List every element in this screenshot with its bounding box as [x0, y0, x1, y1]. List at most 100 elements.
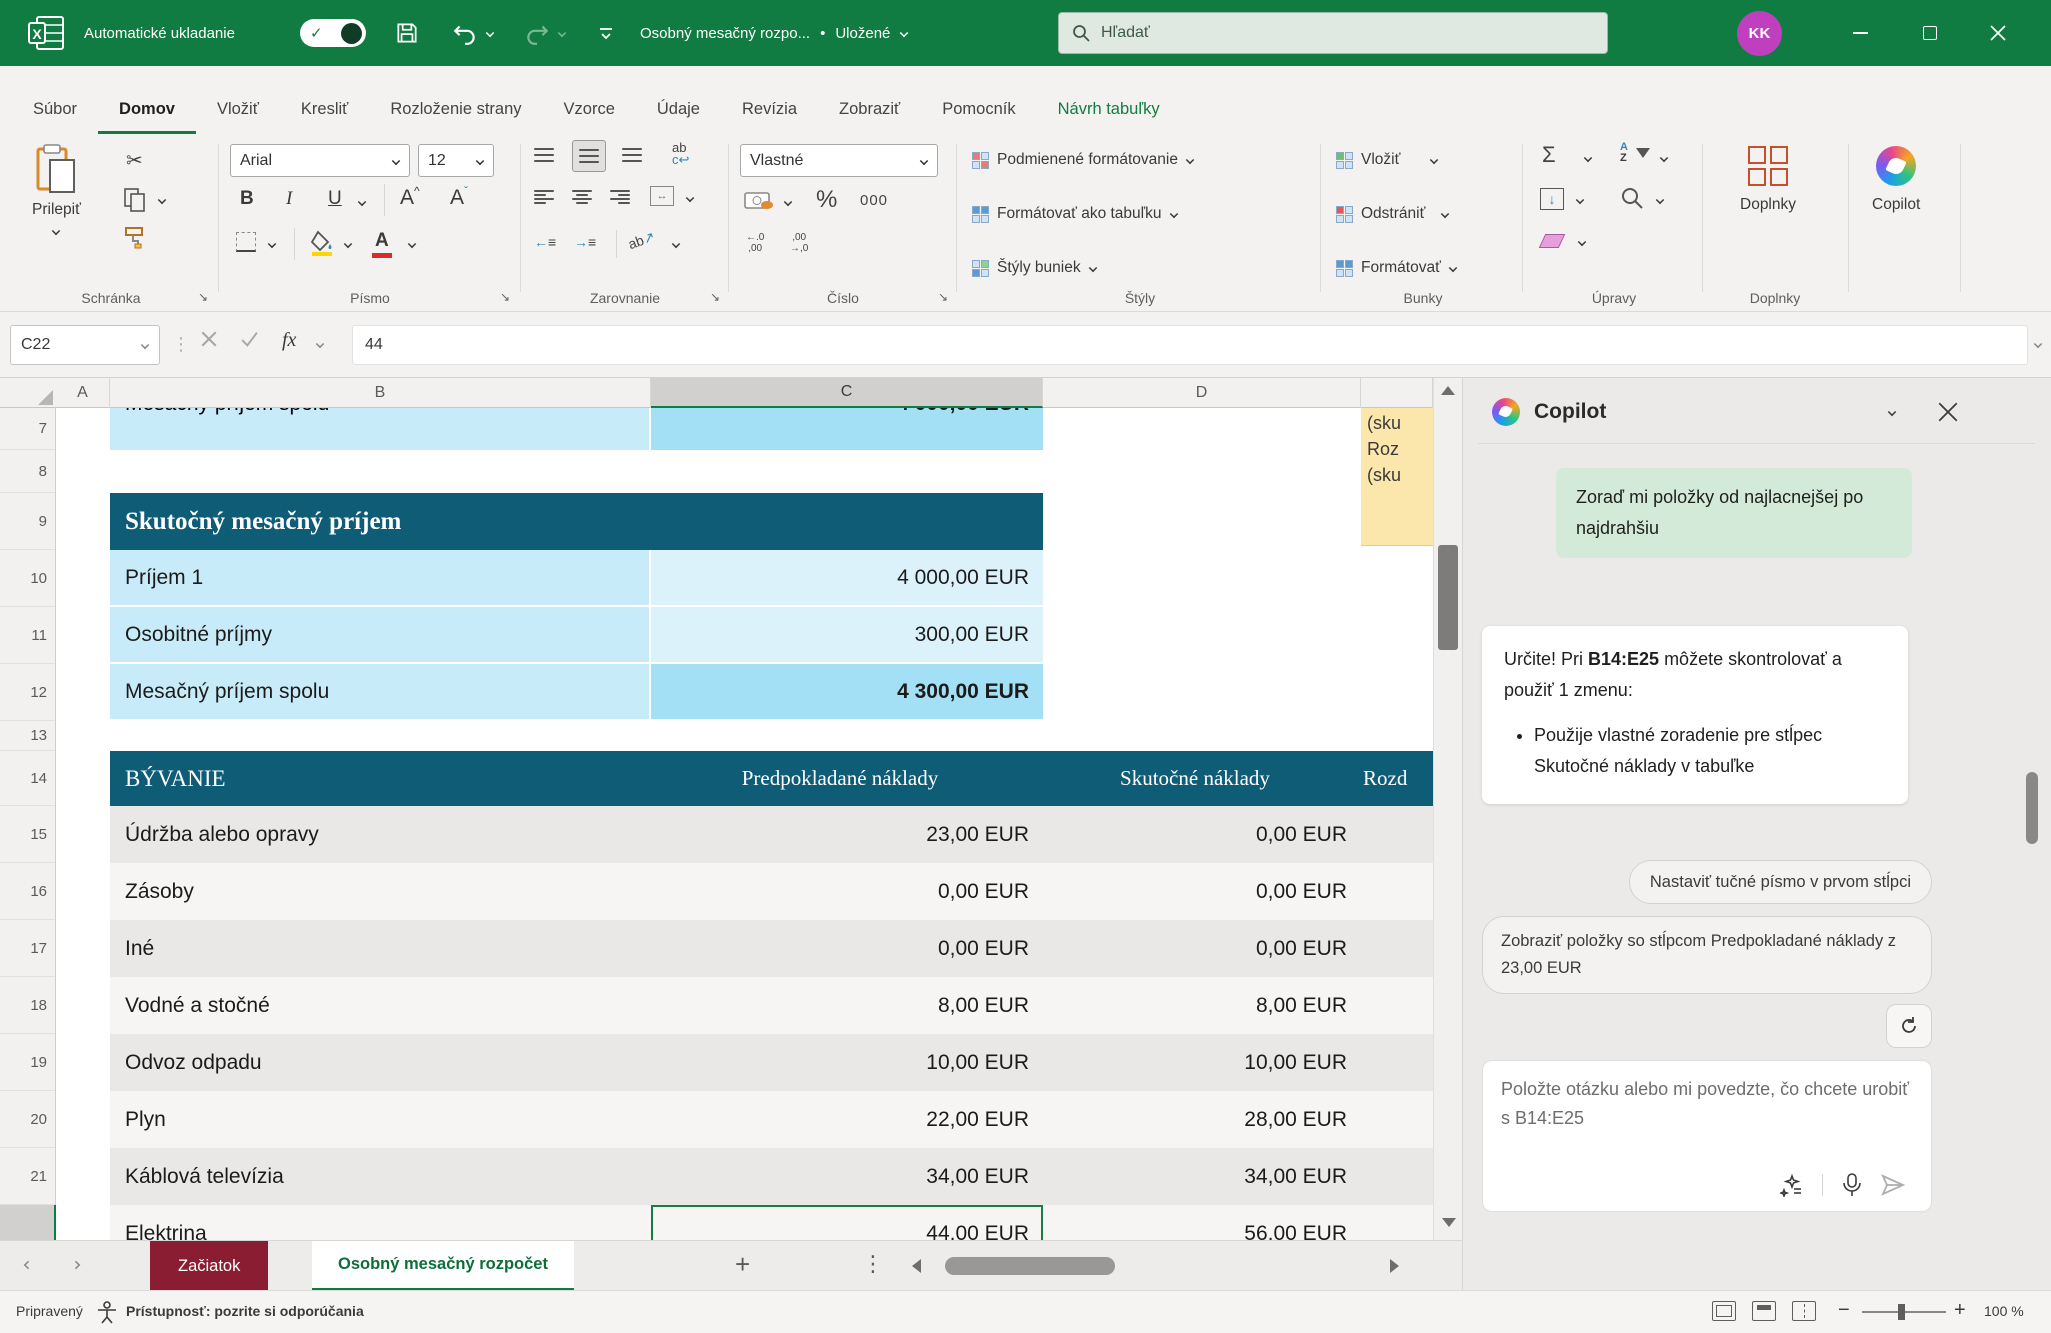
row-header[interactable]: 12 — [0, 664, 55, 721]
income-label-cell[interactable]: Príjem 1 — [110, 550, 649, 605]
housing-estimated-cell[interactable]: 23,00 EUR — [651, 806, 1029, 863]
scroll-down-icon[interactable] — [1442, 1218, 1456, 1227]
fill-chevron-icon[interactable] — [1576, 196, 1584, 204]
scroll-up-icon[interactable] — [1441, 386, 1455, 395]
font-size-select[interactable]: 12 — [418, 144, 494, 177]
copilot-close-button[interactable] — [1938, 402, 1958, 427]
copy-button[interactable] — [124, 188, 146, 217]
ribbon-tab[interactable]: Zobraziť — [818, 88, 921, 134]
housing-label-cell[interactable]: Vodné a stočné — [125, 977, 270, 1034]
underline-chevron-icon[interactable] — [358, 198, 366, 206]
formula-input[interactable]: 44 — [352, 325, 2028, 365]
paste-button[interactable]: Prilepiť — [32, 144, 81, 240]
minimize-button[interactable] — [1830, 0, 1890, 66]
avatar[interactable]: KK — [1737, 11, 1782, 56]
row-header[interactable]: 20 — [0, 1091, 55, 1148]
housing-actual-cell[interactable]: 8,00 EUR — [1045, 977, 1347, 1034]
find-chevron-icon[interactable] — [1656, 196, 1664, 204]
decrease-decimal-button[interactable]: ,00 →,0 — [790, 232, 808, 254]
align-middle-button[interactable] — [572, 140, 606, 172]
ribbon-tab[interactable]: Súbor — [12, 88, 98, 134]
zoom-level[interactable]: 100 % — [1984, 1303, 2024, 1319]
row-header[interactable]: 14 — [0, 751, 55, 806]
alignment-dialog-launcher-icon[interactable]: ↘ — [710, 290, 720, 304]
insert-function-button[interactable]: fx — [282, 329, 296, 352]
income-label-cell[interactable]: Osobitné príjmy — [110, 607, 649, 662]
font-color-button[interactable]: A — [372, 230, 392, 258]
orientation-button[interactable]: ab↗ — [626, 228, 657, 253]
format-cells-button[interactable]: Formátovať — [1336, 250, 1457, 286]
clipboard-dialog-launcher-icon[interactable]: ↘ — [198, 290, 208, 304]
autosum-button[interactable]: Σ — [1542, 142, 1556, 168]
ribbon-tab[interactable]: Údaje — [636, 88, 721, 134]
housing-row[interactable]: Zásoby 0,00 EUR 0,00 EUR — [110, 863, 1433, 920]
align-right-button[interactable] — [610, 190, 630, 204]
autosum-chevron-icon[interactable] — [1584, 154, 1592, 162]
housing-row[interactable]: Plyn 22,00 EUR 28,00 EUR — [110, 1091, 1433, 1148]
page-layout-view-icon[interactable] — [1752, 1301, 1776, 1321]
ribbon-tab[interactable]: Vzorce — [543, 88, 636, 134]
font-name-select[interactable]: Arial — [230, 144, 410, 177]
ribbon-tab[interactable]: Vložiť — [196, 88, 280, 134]
fx-chevron-icon[interactable] — [316, 340, 324, 348]
merge-center-button[interactable]: ↔ — [650, 186, 674, 206]
cell-styles-button[interactable]: Štýly buniek — [972, 250, 1097, 286]
italic-button[interactable]: I — [286, 188, 292, 210]
housing-actual-cell[interactable]: 0,00 EUR — [1045, 863, 1347, 920]
autosave-toggle[interactable]: ✓ — [300, 0, 366, 66]
borders-chevron-icon[interactable] — [268, 240, 276, 248]
copilot-ribbon-button[interactable]: Copilot — [1872, 146, 1920, 214]
zoom-slider-thumb[interactable] — [1898, 1304, 1905, 1320]
copilot-suggestion-chip-1[interactable]: Nastaviť tučné písmo v prvom stĺpci — [1629, 860, 1932, 904]
saved-status-chevron-icon[interactable] — [900, 29, 908, 37]
row-header[interactable]: 8 — [0, 450, 55, 493]
housing-actual-cell[interactable]: 10,00 EUR — [1045, 1034, 1347, 1091]
housing-actual-cell[interactable]: 0,00 EUR — [1045, 806, 1347, 863]
sheet-nav-prev-icon[interactable] — [24, 1261, 32, 1269]
currency-chevron-icon[interactable] — [784, 198, 792, 206]
ribbon-tab[interactable]: Kresliť — [280, 88, 369, 134]
cancel-entry-button[interactable] — [200, 330, 218, 353]
increase-indent-button[interactable]: →≡ — [574, 234, 596, 250]
row-header[interactable]: 15 — [0, 806, 55, 863]
align-center-button[interactable] — [572, 190, 592, 204]
find-select-button[interactable] — [1620, 186, 1644, 215]
underline-button[interactable]: U — [328, 188, 342, 210]
housing-actual-cell[interactable]: 0,00 EUR — [1045, 920, 1347, 977]
copilot-suggestion-chip-2[interactable]: Zobraziť položky so stĺpcom Predpokladan… — [1482, 916, 1932, 994]
align-left-button[interactable] — [534, 190, 554, 204]
income-value-cell[interactable]: 300,00 EUR — [651, 607, 1043, 662]
row-header[interactable]: 10 — [0, 550, 55, 607]
number-format-select[interactable]: Vlastné — [740, 144, 938, 177]
income-row[interactable]: Mesačný príjem spolu 4 300,00 EUR — [110, 664, 1043, 721]
row-header[interactable]: 13 — [0, 721, 55, 751]
increase-decimal-button[interactable]: ←.0 ,00 — [746, 232, 764, 254]
housing-estimated-cell[interactable]: 0,00 EUR — [651, 863, 1029, 920]
clipped-row-7[interactable]: Mesačný príjem spolu 4 000,00 EUR — [110, 408, 1043, 450]
housing-actual-cell[interactable]: 34,00 EUR — [1045, 1148, 1347, 1205]
send-icon[interactable] — [1881, 1174, 1905, 1196]
search-input[interactable] — [1101, 24, 1521, 42]
row-header[interactable]: 17 — [0, 920, 55, 977]
row-header[interactable]: 16 — [0, 863, 55, 920]
vertical-scrollbar[interactable] — [1433, 378, 1462, 1240]
housing-table-header[interactable]: BÝVANIE Predpokladané náklady Skutočné n… — [110, 751, 1433, 806]
formula-bar-splitter[interactable]: ⋮ — [172, 334, 190, 355]
vertical-scroll-thumb[interactable] — [1438, 545, 1458, 650]
ribbon-tab[interactable]: Revízia — [721, 88, 818, 134]
prompt-library-icon[interactable] — [1780, 1173, 1804, 1197]
save-button[interactable] — [394, 0, 420, 66]
add-sheet-button[interactable]: + — [735, 1249, 750, 1280]
currency-format-button[interactable] — [744, 190, 774, 217]
borders-button[interactable] — [236, 232, 256, 252]
accessibility-status[interactable]: Prístupnosť: pozrite si odporúčania — [126, 1303, 364, 1319]
undo-menu-chevron-icon[interactable] — [486, 29, 494, 37]
microphone-icon[interactable] — [1841, 1173, 1863, 1197]
comma-style-button[interactable]: 000 — [860, 192, 888, 209]
zoom-in-button[interactable]: + — [1954, 1299, 1966, 1322]
sheet-nav-next-icon[interactable] — [72, 1261, 80, 1269]
name-box[interactable]: C22 — [10, 325, 160, 365]
housing-label-cell[interactable]: Iné — [125, 920, 154, 977]
income-value-cell[interactable]: 4 300,00 EUR — [651, 664, 1043, 719]
housing-estimated-cell[interactable]: 0,00 EUR — [651, 920, 1029, 977]
